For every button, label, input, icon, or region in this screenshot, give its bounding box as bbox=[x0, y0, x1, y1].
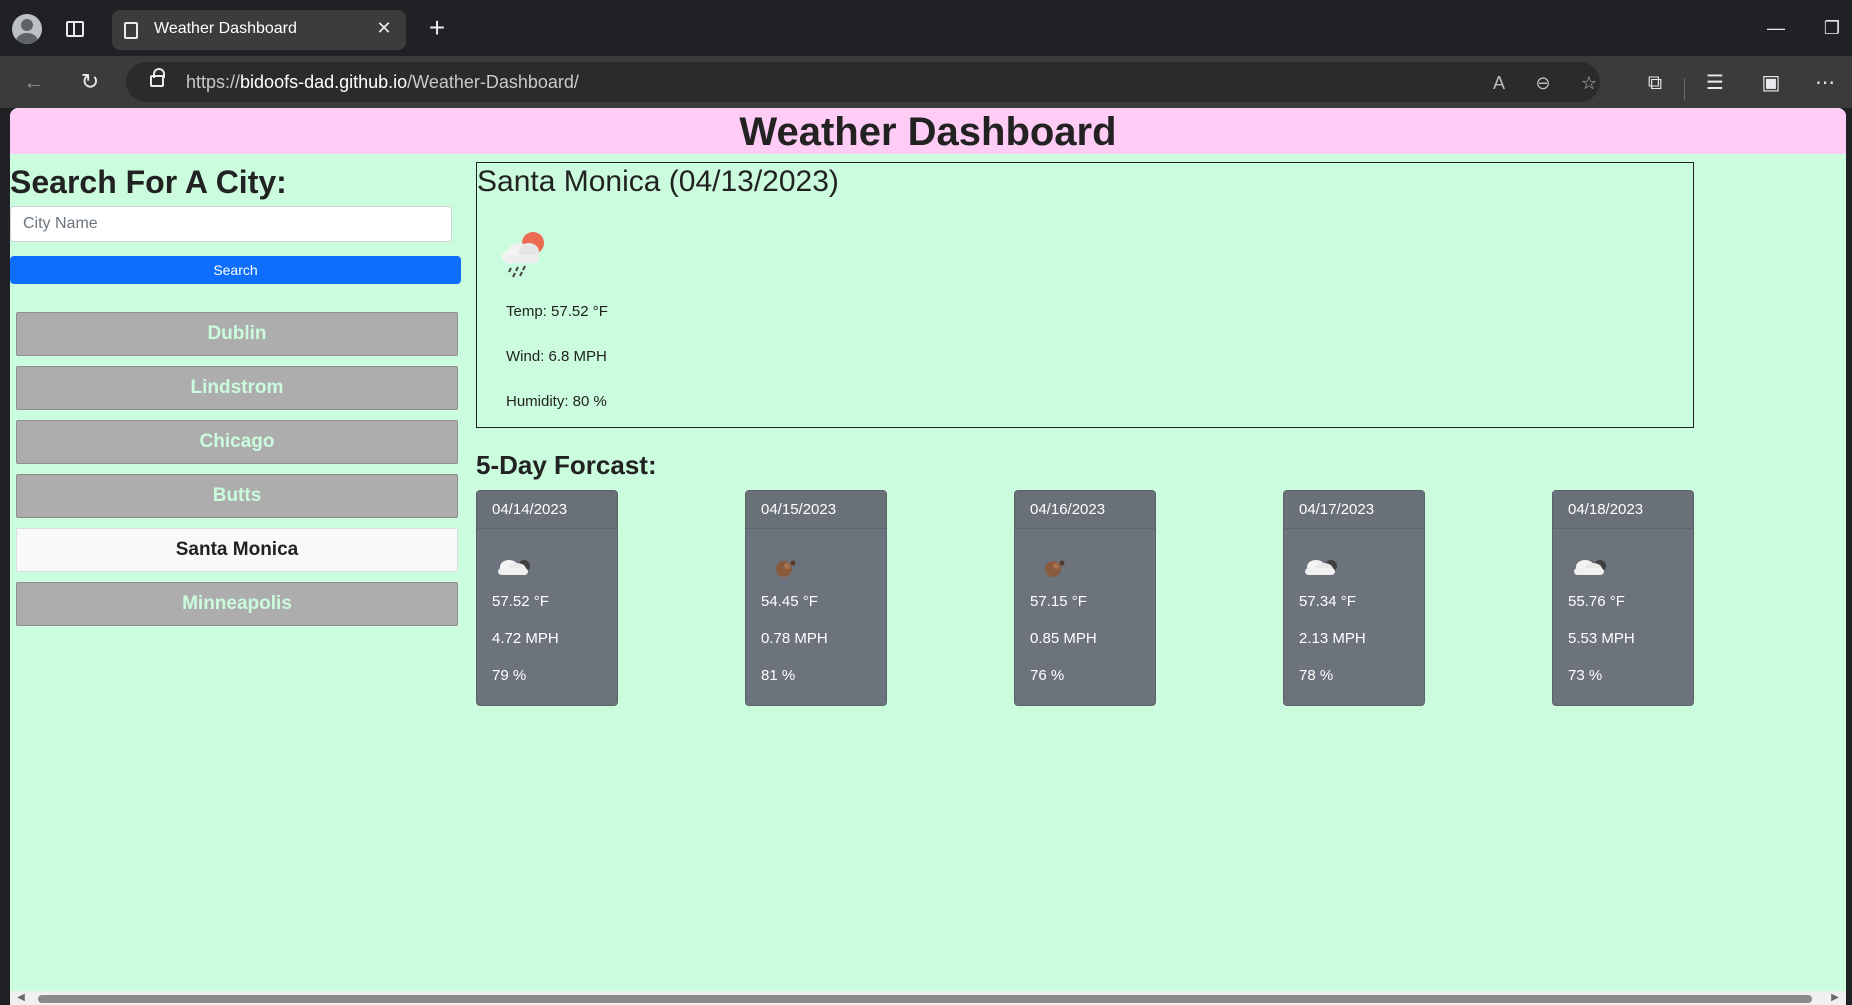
close-tab-icon[interactable]: ✕ bbox=[372, 16, 396, 40]
search-button[interactable]: Search bbox=[10, 256, 461, 284]
zoom-out-icon[interactable]: ⊖ bbox=[1530, 70, 1556, 96]
collections-icon[interactable]: ▣ bbox=[1756, 68, 1786, 98]
forecast-card: 04/18/2023 55.76 °F 5.53 MPH 73 % bbox=[1552, 490, 1694, 706]
current-city-title: Santa Monica (04/13/2023) bbox=[477, 165, 839, 198]
workspaces-icon[interactable] bbox=[66, 21, 84, 37]
forecast-temp: 57.52 °F bbox=[492, 593, 549, 610]
horizontal-scrollbar[interactable]: ◀ ▶ bbox=[10, 991, 1846, 1005]
forecast-wind: 0.78 MPH bbox=[761, 630, 828, 647]
restore-icon[interactable]: ❐ bbox=[1818, 14, 1846, 42]
reload-icon[interactable]: ↻ bbox=[74, 66, 106, 98]
forecast-date: 04/15/2023 bbox=[746, 491, 886, 529]
city-search-input[interactable] bbox=[10, 206, 452, 242]
page-icon bbox=[124, 22, 138, 39]
forecast-date: 04/16/2023 bbox=[1015, 491, 1155, 529]
add-favorite-icon[interactable]: ☆ bbox=[1576, 70, 1602, 96]
scroll-left-icon[interactable]: ◀ bbox=[14, 991, 28, 1005]
night-cloud-icon bbox=[498, 560, 530, 575]
moon-icon bbox=[1045, 560, 1065, 577]
forecast-humidity: 73 % bbox=[1568, 667, 1603, 684]
current-weather-card: Santa Monica (04/13/2023) Temp: 57.52 °F… bbox=[476, 162, 1694, 428]
forecast-humidity: 78 % bbox=[1299, 667, 1334, 684]
profile-icon[interactable] bbox=[12, 14, 42, 44]
forecast-temp: 54.45 °F bbox=[761, 593, 818, 610]
scrollbar-thumb[interactable] bbox=[38, 995, 1812, 1003]
history-city-button[interactable]: Santa Monica bbox=[16, 528, 458, 572]
moon-icon bbox=[776, 560, 796, 577]
lock-icon[interactable] bbox=[150, 68, 165, 87]
current-temp: Temp: 57.52 °F bbox=[506, 303, 608, 320]
forecast-date: 04/17/2023 bbox=[1284, 491, 1424, 529]
page-viewport: Weather Dashboard Search For A City: Sea… bbox=[10, 108, 1846, 1005]
sun-rain-cloud-icon bbox=[502, 232, 544, 278]
read-aloud-icon[interactable]: A bbox=[1486, 70, 1512, 96]
browser-tab-strip: Weather Dashboard ✕ + — ❐ bbox=[0, 0, 1852, 56]
more-menu-icon[interactable]: ⋯ bbox=[1810, 68, 1840, 98]
history-city-button[interactable]: Dublin bbox=[16, 312, 458, 356]
forecast-card: 04/17/2023 57.34 °F 2.13 MPH 78 % bbox=[1283, 490, 1425, 706]
new-tab-icon[interactable]: + bbox=[422, 13, 452, 43]
forecast-card: 04/14/2023 57.52 °F 4.72 MPH 79 % bbox=[476, 490, 618, 706]
forecast-temp: 57.34 °F bbox=[1299, 593, 1356, 610]
forecast-heading: 5-Day Forcast: bbox=[476, 450, 657, 480]
favorites-icon[interactable]: ☰ bbox=[1700, 68, 1730, 98]
night-cloud-icon bbox=[1305, 560, 1337, 575]
forecast-card: 04/16/2023 57.15 °F 0.85 MPH 76 % bbox=[1014, 490, 1156, 706]
search-heading: Search For A City: bbox=[10, 164, 287, 200]
forecast-temp: 57.15 °F bbox=[1030, 593, 1087, 610]
search-history-list: Dublin Lindstrom Chicago Butts Santa Mon… bbox=[16, 312, 458, 636]
forecast-date: 04/18/2023 bbox=[1553, 491, 1693, 529]
scroll-right-icon[interactable]: ▶ bbox=[1828, 991, 1842, 1005]
forecast-date: 04/14/2023 bbox=[477, 491, 617, 529]
forecast-wind: 0.85 MPH bbox=[1030, 630, 1097, 647]
minimize-icon[interactable]: — bbox=[1762, 14, 1790, 42]
history-city-button[interactable]: Butts bbox=[16, 474, 458, 518]
toolbar-divider bbox=[1684, 78, 1685, 100]
history-city-button[interactable]: Lindstrom bbox=[16, 366, 458, 410]
forecast-wind: 4.72 MPH bbox=[492, 630, 559, 647]
url-text[interactable]: https://bidoofs-dad.github.io/Weather-Da… bbox=[186, 72, 579, 93]
browser-tab[interactable]: Weather Dashboard ✕ bbox=[112, 10, 406, 50]
forecast-wind: 5.53 MPH bbox=[1568, 630, 1635, 647]
forecast-wind: 2.13 MPH bbox=[1299, 630, 1366, 647]
page-header: Weather Dashboard bbox=[10, 108, 1846, 154]
history-city-button[interactable]: Chicago bbox=[16, 420, 458, 464]
forecast-humidity: 76 % bbox=[1030, 667, 1065, 684]
night-cloud-icon bbox=[1574, 560, 1606, 575]
forecast-humidity: 81 % bbox=[761, 667, 796, 684]
page-title: Weather Dashboard bbox=[739, 110, 1117, 154]
back-icon[interactable]: ← bbox=[18, 66, 50, 98]
current-wind: Wind: 6.8 MPH bbox=[506, 348, 607, 365]
forecast-humidity: 79 % bbox=[492, 667, 527, 684]
extensions-icon[interactable]: ⧉ bbox=[1640, 68, 1670, 98]
tab-title: Weather Dashboard bbox=[154, 20, 297, 37]
browser-toolbar: ← ↻ https://bidoofs-dad.github.io/Weathe… bbox=[0, 56, 1852, 108]
address-bar[interactable]: https://bidoofs-dad.github.io/Weather-Da… bbox=[126, 62, 1600, 102]
forecast-card: 04/15/2023 54.45 °F 0.78 MPH 81 % bbox=[745, 490, 887, 706]
history-city-button[interactable]: Minneapolis bbox=[16, 582, 458, 626]
forecast-temp: 55.76 °F bbox=[1568, 593, 1625, 610]
current-humidity: Humidity: 80 % bbox=[506, 393, 607, 410]
